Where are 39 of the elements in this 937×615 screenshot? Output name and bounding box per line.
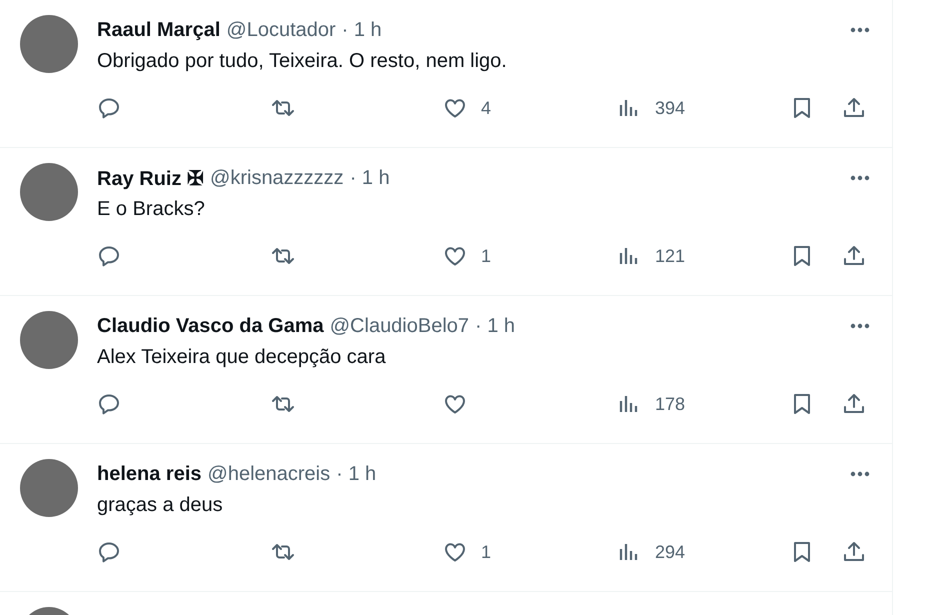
user-handle[interactable]: @ClaudioBelo7 — [330, 314, 470, 338]
user-handle[interactable]: @Locutador — [226, 18, 336, 42]
like-count: 4 — [481, 98, 492, 118]
view-count: 394 — [655, 98, 686, 118]
reply-icon[interactable] — [97, 540, 121, 564]
post-time[interactable]: · 1 h — [350, 166, 390, 190]
post-time[interactable]: · 1 h — [342, 18, 382, 42]
view-count: 121 — [655, 246, 686, 266]
reply-icon[interactable] — [97, 96, 121, 120]
view-count: 294 — [655, 542, 686, 562]
user-name[interactable]: helena reis — [97, 462, 202, 486]
share-icon[interactable] — [842, 392, 866, 416]
share-icon[interactable] — [842, 540, 866, 564]
more-icon[interactable] — [850, 471, 870, 477]
post-text: Obrigado por tudo, Teixeira. O resto, nem ligo. — [97, 49, 508, 74]
share-icon[interactable] — [842, 244, 866, 268]
heart-icon[interactable] — [443, 392, 467, 416]
more-icon[interactable] — [850, 27, 870, 33]
post-time[interactable]: · 1 h — [475, 314, 516, 338]
heart-icon[interactable] — [443, 244, 467, 268]
post-text: E o Bracks? — [97, 197, 206, 222]
reply-icon[interactable] — [97, 244, 121, 268]
more-icon[interactable] — [850, 175, 870, 181]
user-name[interactable]: Raaul Marçal — [97, 18, 220, 42]
user-handle[interactable]: @helenacreis — [208, 462, 330, 486]
view-count: 178 — [655, 394, 686, 414]
share-icon[interactable] — [842, 96, 866, 120]
user-name[interactable]: Ray Ruiz ✠ — [97, 166, 204, 190]
heart-icon[interactable] — [443, 96, 467, 120]
user-handle[interactable]: @krisnazzzzzz — [210, 166, 344, 190]
post-time[interactable]: · 1 h — [336, 462, 376, 486]
like-count: 1 — [481, 542, 492, 562]
user-name[interactable]: Claudio Vasco da Gama — [97, 314, 324, 338]
post-text: Alex Teixeira que decepção cara — [97, 345, 387, 370]
more-icon[interactable] — [850, 323, 870, 329]
like-count: 1 — [481, 246, 492, 266]
post-text: graças a deus — [97, 493, 224, 518]
reply-icon[interactable] — [97, 392, 121, 416]
heart-icon[interactable] — [443, 540, 467, 564]
